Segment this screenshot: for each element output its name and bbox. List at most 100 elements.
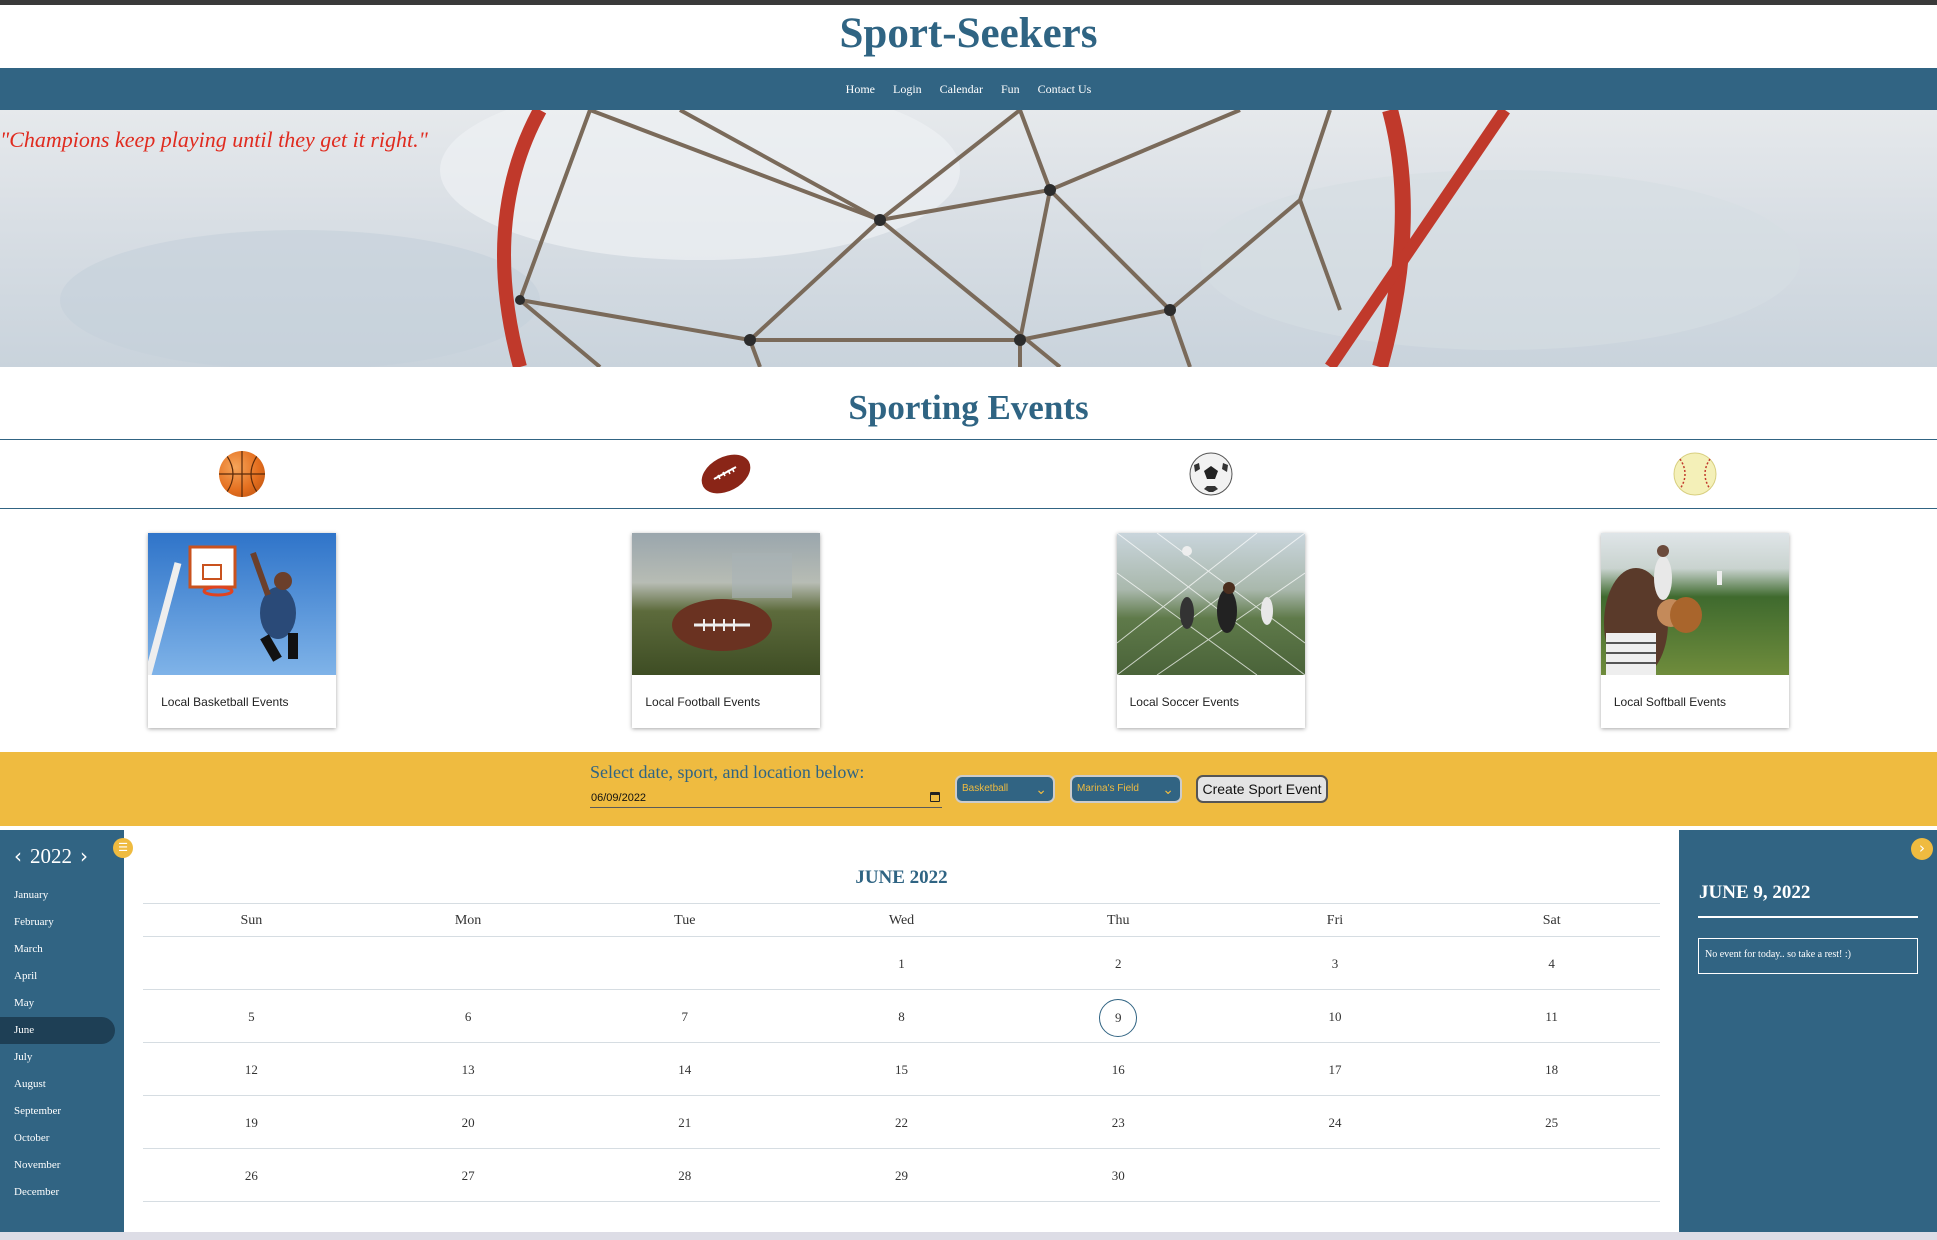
football-events-card[interactable]: Local Football Events: [632, 533, 821, 728]
softball-icon[interactable]: [1672, 451, 1718, 497]
day-number: 25: [1545, 1115, 1559, 1130]
day-cell[interactable]: 3: [1227, 937, 1444, 989]
day-number: 20: [461, 1115, 475, 1130]
day-cell[interactable]: 15: [793, 1043, 1010, 1095]
day-cell[interactable]: 8: [793, 990, 1010, 1042]
day-cell[interactable]: 12: [143, 1043, 360, 1095]
day-cell[interactable]: 23: [1010, 1096, 1227, 1148]
week-row: 26 27 28 29 30: [143, 1149, 1660, 1202]
hero-banner: "Champions keep playing until they get i…: [0, 110, 1937, 367]
nav-contact-us[interactable]: Contact Us: [1038, 82, 1092, 97]
month-item-november[interactable]: November: [0, 1152, 115, 1179]
basketball-events-card[interactable]: Local Basketball Events: [148, 533, 337, 728]
month-item-september[interactable]: September: [0, 1098, 115, 1125]
soccer-events-card[interactable]: Local Soccer Events: [1116, 533, 1305, 728]
day-number: 12: [244, 1062, 258, 1077]
create-event-bar: Select date, sport, and location below: …: [0, 752, 1937, 826]
day-number: 26: [244, 1168, 258, 1183]
month-item-march[interactable]: March: [0, 936, 115, 963]
weekday-header-row: Sun Mon Tue Wed Thu Fri Sat: [143, 904, 1660, 937]
day-cell[interactable]: 25: [1443, 1096, 1660, 1148]
calendar-picker-icon[interactable]: [930, 792, 940, 802]
menu-toggle-icon[interactable]: ☰: [113, 838, 133, 858]
card-label: Local Basketball Events: [161, 695, 289, 709]
month-item-may[interactable]: May: [0, 990, 115, 1017]
day-cell[interactable]: 30: [1010, 1149, 1227, 1201]
day-number: 2: [1114, 956, 1122, 971]
month-item-january[interactable]: January: [0, 882, 115, 909]
day-number: 23: [1111, 1115, 1125, 1130]
prev-year-icon[interactable]: ‹: [14, 844, 22, 868]
month-item-april[interactable]: April: [0, 963, 115, 990]
sport-select[interactable]: Basketball ⌄: [955, 775, 1055, 803]
day-cell[interactable]: 24: [1227, 1096, 1444, 1148]
day-cell[interactable]: 28: [576, 1149, 793, 1201]
month-title: JUNE 2022: [143, 830, 1660, 904]
month-item-august[interactable]: August: [0, 1071, 115, 1098]
day-cell[interactable]: 20: [360, 1096, 577, 1148]
day-number: 17: [1328, 1062, 1342, 1077]
date-input[interactable]: [590, 788, 942, 808]
month-item-july[interactable]: July: [0, 1044, 115, 1071]
selected-date-title: JUNE 9, 2022: [1698, 830, 1918, 918]
hero-quote: "Champions keep playing until they get i…: [0, 127, 428, 152]
main-nav: Home Login Calendar Fun Contact Us: [0, 68, 1937, 110]
sport-icons-row: [0, 440, 1937, 509]
year-label: 2022: [30, 843, 72, 868]
day-cell[interactable]: 19: [143, 1096, 360, 1148]
day-cell[interactable]: 6: [360, 990, 577, 1042]
week-row: 12 13 14 15 16 17 18: [143, 1043, 1660, 1096]
day-cell[interactable]: 7: [576, 990, 793, 1042]
day-cell[interactable]: 9: [1010, 990, 1227, 1042]
empty-day-cell: [576, 937, 793, 989]
day-cell[interactable]: 21: [576, 1096, 793, 1148]
weekday-tue: Tue: [674, 913, 696, 928]
card-label: Local Football Events: [645, 695, 761, 709]
basketball-icon[interactable]: [219, 451, 266, 497]
softball-events-card[interactable]: Local Softball Events: [1600, 533, 1789, 728]
day-cell[interactable]: 29: [793, 1149, 1010, 1201]
football-icon[interactable]: [698, 449, 754, 499]
weekday-sat: Sat: [1542, 913, 1561, 928]
day-number: 18: [1545, 1062, 1559, 1077]
month-item-june[interactable]: June: [0, 1017, 115, 1044]
day-number: 9: [1099, 999, 1138, 1038]
day-cell[interactable]: 2: [1010, 937, 1227, 989]
day-number: 4: [1548, 956, 1555, 971]
nav-calendar[interactable]: Calendar: [940, 82, 983, 97]
nav-home[interactable]: Home: [846, 82, 875, 97]
day-cell[interactable]: 1: [793, 937, 1010, 989]
nav-fun[interactable]: Fun: [1001, 82, 1020, 97]
month-item-october[interactable]: October: [0, 1125, 115, 1152]
site-header: Sport-Seekers: [0, 5, 1937, 68]
chevron-right-icon[interactable]: ›: [1911, 838, 1933, 860]
day-cell[interactable]: 14: [576, 1043, 793, 1095]
day-cell[interactable]: 10: [1227, 990, 1444, 1042]
month-item-february[interactable]: February: [0, 909, 115, 936]
day-cell[interactable]: 26: [143, 1149, 360, 1201]
day-cell[interactable]: 22: [793, 1096, 1010, 1148]
day-cell[interactable]: 27: [360, 1149, 577, 1201]
location-select[interactable]: Marina's Field ⌄: [1070, 775, 1182, 803]
month-item-december[interactable]: December: [0, 1179, 115, 1206]
day-cell[interactable]: 11: [1443, 990, 1660, 1042]
calendar-section: ‹ 2022 › January February March April May Jun…: [0, 830, 1937, 1232]
nav-login[interactable]: Login: [893, 82, 922, 97]
month-sidebar: ‹ 2022 › January February March April May Jun…: [0, 830, 124, 1232]
day-cell[interactable]: 18: [1443, 1043, 1660, 1095]
no-event-message: No event for today.. so take a rest! :): [1698, 938, 1918, 974]
day-cell[interactable]: 13: [360, 1043, 577, 1095]
day-number: 22: [895, 1115, 909, 1130]
day-cell[interactable]: 5: [143, 990, 360, 1042]
day-cell[interactable]: 16: [1010, 1043, 1227, 1095]
weekday-sun: Sun: [240, 913, 263, 928]
soccer-ball-icon[interactable]: [1188, 451, 1234, 497]
next-year-icon[interactable]: ›: [80, 844, 88, 868]
day-cell[interactable]: 4: [1443, 937, 1660, 989]
empty-day-cell: [1227, 1149, 1444, 1201]
basketball-photo: [148, 533, 337, 675]
day-cell[interactable]: 17: [1227, 1043, 1444, 1095]
event-form-prompt: Select date, sport, and location below:: [590, 762, 865, 782]
create-sport-event-button[interactable]: Create Sport Event: [1196, 775, 1328, 803]
empty-day-cell: [360, 937, 577, 989]
